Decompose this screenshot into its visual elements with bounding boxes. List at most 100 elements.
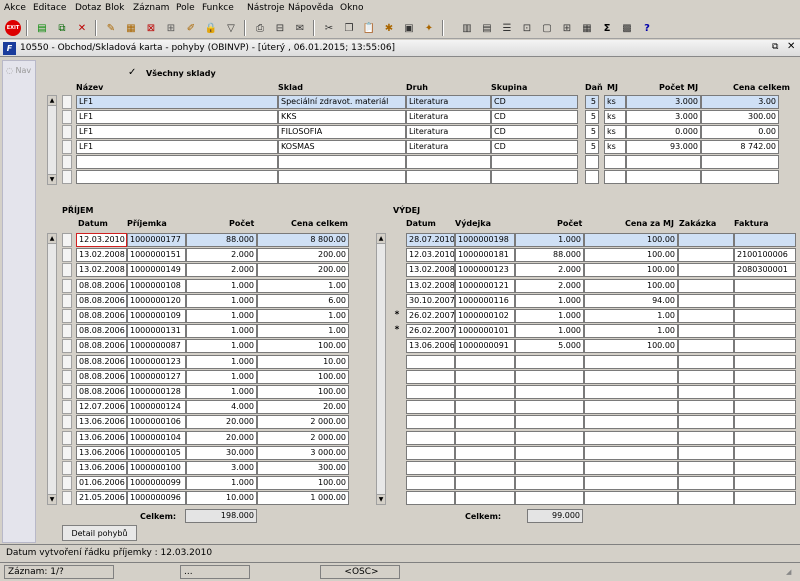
vydej-scrollbar[interactable]: ▲ ▼ bbox=[376, 233, 386, 505]
prijem-cell[interactable]: 12.07.2006 bbox=[76, 400, 127, 415]
row-selector[interactable] bbox=[62, 248, 72, 263]
vydej-cell[interactable] bbox=[678, 400, 734, 415]
vydej-cell[interactable] bbox=[678, 293, 734, 308]
vydej-cell[interactable] bbox=[515, 476, 584, 491]
menu-item-2[interactable]: Dotaz bbox=[75, 3, 101, 13]
help-icon[interactable]: ? bbox=[638, 19, 656, 37]
vydej-cell[interactable] bbox=[734, 369, 796, 384]
prijem-cell[interactable]: 100.00 bbox=[257, 385, 349, 399]
vydej-cell[interactable] bbox=[455, 385, 515, 399]
row-selector[interactable] bbox=[62, 476, 72, 491]
vydej-cell[interactable]: 2100100006 bbox=[734, 248, 796, 263]
properties-icon[interactable]: ⊡ bbox=[518, 19, 536, 37]
prijem-cell[interactable]: 08.08.2006 bbox=[76, 324, 127, 339]
prijem-cell[interactable]: 1000000087 bbox=[127, 339, 186, 354]
vydej-cell[interactable]: 1000000101 bbox=[455, 324, 515, 339]
vydej-cell[interactable] bbox=[406, 445, 455, 460]
save-icon[interactable]: ▦ bbox=[578, 19, 596, 37]
prijem-cell[interactable]: 200.00 bbox=[257, 263, 349, 278]
top-cell[interactable] bbox=[626, 155, 701, 169]
vydej-cell[interactable] bbox=[678, 369, 734, 384]
top-cell[interactable]: ks bbox=[604, 140, 626, 154]
top-cell[interactable]: 93.000 bbox=[626, 140, 701, 154]
exit-button[interactable]: EXIT bbox=[4, 19, 22, 37]
prijem-cell[interactable]: 1000000096 bbox=[127, 491, 186, 506]
prijem-cell[interactable]: 1000000120 bbox=[127, 293, 186, 308]
vydej-cell[interactable] bbox=[734, 461, 796, 475]
vydej-cell[interactable]: 2.000 bbox=[515, 263, 584, 278]
prijem-cell[interactable]: 1000000131 bbox=[127, 324, 186, 339]
top-cell[interactable]: LF1 bbox=[76, 140, 278, 154]
prijem-cell[interactable]: 13.06.2006 bbox=[76, 430, 127, 445]
vydej-cell[interactable] bbox=[734, 293, 796, 308]
vydej-cell[interactable] bbox=[734, 400, 796, 415]
vydej-cell[interactable] bbox=[678, 278, 734, 293]
prijem-cell[interactable]: 1.000 bbox=[186, 309, 257, 323]
prijem-cell[interactable]: 1000000106 bbox=[127, 415, 186, 430]
row-selector[interactable] bbox=[62, 263, 72, 278]
vydej-cell[interactable] bbox=[678, 354, 734, 369]
prijem-cell[interactable]: 1000000108 bbox=[127, 278, 186, 293]
vydej-cell[interactable] bbox=[515, 430, 584, 445]
prijem-cell[interactable]: 1000000149 bbox=[127, 263, 186, 278]
vydej-cell[interactable] bbox=[584, 354, 678, 369]
top-cell[interactable]: 5 bbox=[585, 125, 599, 139]
prijem-cell[interactable]: 4.000 bbox=[186, 400, 257, 415]
vydej-cell[interactable]: 1.00 bbox=[584, 309, 678, 323]
vydej-cell[interactable]: 13.06.2006 bbox=[406, 339, 455, 354]
row-selector[interactable] bbox=[62, 369, 72, 384]
all-stores-checkbox[interactable]: ✓ bbox=[128, 68, 138, 78]
menu-item-4[interactable]: Záznam bbox=[133, 3, 169, 13]
prijem-cell[interactable]: 08.08.2006 bbox=[76, 278, 127, 293]
top-cell[interactable]: 8 742.00 bbox=[701, 140, 779, 154]
top-cell[interactable]: 5 bbox=[585, 95, 599, 109]
row-selector[interactable] bbox=[62, 278, 72, 293]
vydej-cell[interactable] bbox=[678, 324, 734, 339]
vydej-cell[interactable]: 100.00 bbox=[584, 233, 678, 247]
top-cell[interactable]: CD bbox=[491, 140, 578, 154]
vydej-cell[interactable] bbox=[734, 430, 796, 445]
row-selector[interactable] bbox=[62, 309, 72, 323]
vydej-cell[interactable]: 28.07.2010 bbox=[406, 233, 455, 247]
enter-query-icon[interactable]: ✎ bbox=[102, 19, 120, 37]
prijem-cell[interactable]: 1.000 bbox=[186, 476, 257, 491]
prijem-cell[interactable]: 1 000.00 bbox=[257, 491, 349, 506]
row-selector[interactable] bbox=[62, 95, 72, 109]
vydej-cell[interactable]: 1.000 bbox=[515, 293, 584, 308]
top-cell[interactable]: Speciální zdravot. materiál bbox=[278, 95, 406, 109]
prijem-cell[interactable]: 1.000 bbox=[186, 354, 257, 369]
vydej-cell[interactable] bbox=[455, 476, 515, 491]
vydej-cell[interactable] bbox=[515, 415, 584, 430]
prijem-cell[interactable]: 2.000 bbox=[186, 263, 257, 278]
prijem-cell[interactable]: 08.08.2006 bbox=[76, 369, 127, 384]
vydej-cell[interactable]: 26.02.2007 bbox=[406, 309, 455, 323]
prijem-cell[interactable]: 01.06.2006 bbox=[76, 476, 127, 491]
vydej-cell[interactable] bbox=[734, 324, 796, 339]
vydej-cell[interactable]: 1000000198 bbox=[455, 233, 515, 247]
prijem-scrollbar[interactable]: ▲ ▼ bbox=[47, 233, 57, 505]
prijem-cell[interactable]: 3.000 bbox=[186, 461, 257, 475]
prijem-cell[interactable]: 08.08.2006 bbox=[76, 354, 127, 369]
edit-icon[interactable]: ✐ bbox=[182, 19, 200, 37]
prijem-cell[interactable]: 1.00 bbox=[257, 309, 349, 323]
top-cell[interactable]: ks bbox=[604, 110, 626, 124]
vydej-cell[interactable] bbox=[584, 476, 678, 491]
form-icon[interactable]: ▤ bbox=[478, 19, 496, 37]
menu-item-9[interactable]: Okno bbox=[340, 3, 364, 13]
prijem-cell[interactable]: 13.06.2006 bbox=[76, 445, 127, 460]
menu-item-1[interactable]: Editace bbox=[33, 3, 66, 13]
wizard-icon[interactable]: ✦ bbox=[420, 19, 438, 37]
vydej-cell[interactable]: 30.10.2007 bbox=[406, 293, 455, 308]
prijem-cell[interactable]: 1.000 bbox=[186, 339, 257, 354]
vydej-cell[interactable] bbox=[515, 445, 584, 460]
prijem-cell[interactable]: 08.08.2006 bbox=[76, 339, 127, 354]
prijem-cell[interactable]: 1000000123 bbox=[127, 354, 186, 369]
prijem-cell[interactable]: 2 000.00 bbox=[257, 415, 349, 430]
vydej-cell[interactable] bbox=[584, 461, 678, 475]
calendar-icon[interactable]: ▩ bbox=[618, 19, 636, 37]
prijem-cell[interactable]: 1.00 bbox=[257, 324, 349, 339]
row-selector[interactable] bbox=[62, 110, 72, 124]
top-cell[interactable] bbox=[278, 170, 406, 184]
tools-icon[interactable]: ✱ bbox=[380, 19, 398, 37]
vydej-cell[interactable] bbox=[678, 430, 734, 445]
